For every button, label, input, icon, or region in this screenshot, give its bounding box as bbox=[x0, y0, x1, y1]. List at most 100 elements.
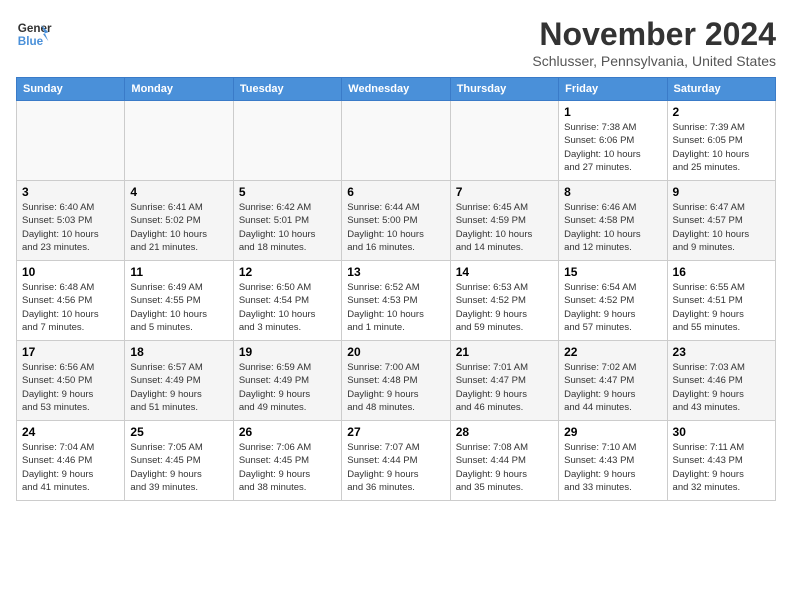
day-number: 12 bbox=[239, 265, 336, 279]
day-number: 29 bbox=[564, 425, 661, 439]
day-number: 26 bbox=[239, 425, 336, 439]
calendar-cell: 4 Sunrise: 6:41 AMSunset: 5:02 PMDaylight… bbox=[125, 181, 233, 261]
logo-icon: General Blue bbox=[16, 16, 52, 52]
day-info: Sunrise: 7:00 AMSunset: 4:48 PMDaylight:… bbox=[347, 361, 444, 414]
calendar-cell: 21 Sunrise: 7:01 AMSunset: 4:47 PMDayligh… bbox=[450, 341, 558, 421]
logo: General Blue bbox=[16, 16, 52, 52]
svg-text:General: General bbox=[18, 22, 52, 35]
day-number: 2 bbox=[673, 105, 770, 119]
day-info: Sunrise: 6:56 AMSunset: 4:50 PMDaylight:… bbox=[22, 361, 119, 414]
calendar-cell bbox=[342, 101, 450, 181]
day-number: 16 bbox=[673, 265, 770, 279]
day-info: Sunrise: 7:04 AMSunset: 4:46 PMDaylight:… bbox=[22, 441, 119, 494]
calendar-cell: 10 Sunrise: 6:48 AMSunset: 4:56 PMDayligh… bbox=[17, 261, 125, 341]
calendar-header-row: SundayMondayTuesdayWednesdayThursdayFrid… bbox=[17, 78, 776, 101]
day-info: Sunrise: 6:52 AMSunset: 4:53 PMDaylight:… bbox=[347, 281, 444, 334]
calendar-week-3: 10 Sunrise: 6:48 AMSunset: 4:56 PMDayligh… bbox=[17, 261, 776, 341]
calendar-cell bbox=[125, 101, 233, 181]
day-number: 7 bbox=[456, 185, 553, 199]
calendar-cell: 3 Sunrise: 6:40 AMSunset: 5:03 PMDaylight… bbox=[17, 181, 125, 261]
day-number: 13 bbox=[347, 265, 444, 279]
day-info: Sunrise: 7:03 AMSunset: 4:46 PMDaylight:… bbox=[673, 361, 770, 414]
day-number: 6 bbox=[347, 185, 444, 199]
day-info: Sunrise: 6:57 AMSunset: 4:49 PMDaylight:… bbox=[130, 361, 227, 414]
day-info: Sunrise: 6:59 AMSunset: 4:49 PMDaylight:… bbox=[239, 361, 336, 414]
day-number: 11 bbox=[130, 265, 227, 279]
day-info: Sunrise: 6:47 AMSunset: 4:57 PMDaylight:… bbox=[673, 201, 770, 254]
calendar-week-5: 24 Sunrise: 7:04 AMSunset: 4:46 PMDayligh… bbox=[17, 421, 776, 501]
svg-text:Blue: Blue bbox=[18, 35, 44, 48]
day-number: 28 bbox=[456, 425, 553, 439]
calendar-cell bbox=[233, 101, 341, 181]
calendar-cell: 25Sunrise: 7:05 AMSunset: 4:45 PMDayligh… bbox=[125, 421, 233, 501]
day-number: 10 bbox=[22, 265, 119, 279]
calendar: SundayMondayTuesdayWednesdayThursdayFrid… bbox=[16, 77, 776, 501]
day-header-friday: Friday bbox=[559, 78, 667, 101]
day-info: Sunrise: 7:10 AMSunset: 4:43 PMDaylight:… bbox=[564, 441, 661, 494]
day-number: 24 bbox=[22, 425, 119, 439]
calendar-cell: 6 Sunrise: 6:44 AMSunset: 5:00 PMDaylight… bbox=[342, 181, 450, 261]
day-info: Sunrise: 6:50 AMSunset: 4:54 PMDaylight:… bbox=[239, 281, 336, 334]
calendar-cell: 7 Sunrise: 6:45 AMSunset: 4:59 PMDaylight… bbox=[450, 181, 558, 261]
day-info: Sunrise: 7:39 AMSunset: 6:05 PMDaylight:… bbox=[673, 121, 770, 174]
day-header-monday: Monday bbox=[125, 78, 233, 101]
calendar-cell: 18 Sunrise: 6:57 AMSunset: 4:49 PMDayligh… bbox=[125, 341, 233, 421]
day-number: 9 bbox=[673, 185, 770, 199]
day-info: Sunrise: 7:01 AMSunset: 4:47 PMDaylight:… bbox=[456, 361, 553, 414]
day-header-saturday: Saturday bbox=[667, 78, 775, 101]
day-number: 14 bbox=[456, 265, 553, 279]
day-info: Sunrise: 6:40 AMSunset: 5:03 PMDaylight:… bbox=[22, 201, 119, 254]
day-number: 21 bbox=[456, 345, 553, 359]
calendar-cell: 20 Sunrise: 7:00 AMSunset: 4:48 PMDayligh… bbox=[342, 341, 450, 421]
calendar-body: 1Sunrise: 7:38 AMSunset: 6:06 PMDaylight… bbox=[17, 101, 776, 501]
day-info: Sunrise: 7:07 AMSunset: 4:44 PMDaylight:… bbox=[347, 441, 444, 494]
calendar-cell: 11 Sunrise: 6:49 AMSunset: 4:55 PMDayligh… bbox=[125, 261, 233, 341]
calendar-week-2: 3 Sunrise: 6:40 AMSunset: 5:03 PMDaylight… bbox=[17, 181, 776, 261]
day-info: Sunrise: 7:06 AMSunset: 4:45 PMDaylight:… bbox=[239, 441, 336, 494]
calendar-cell: 16 Sunrise: 6:55 AMSunset: 4:51 PMDayligh… bbox=[667, 261, 775, 341]
day-number: 18 bbox=[130, 345, 227, 359]
day-info: Sunrise: 6:49 AMSunset: 4:55 PMDaylight:… bbox=[130, 281, 227, 334]
day-info: Sunrise: 7:11 AMSunset: 4:43 PMDaylight:… bbox=[673, 441, 770, 494]
header: General Blue November 2024 Schlusser, Pe… bbox=[16, 16, 776, 69]
day-number: 3 bbox=[22, 185, 119, 199]
day-header-sunday: Sunday bbox=[17, 78, 125, 101]
day-info: Sunrise: 7:02 AMSunset: 4:47 PMDaylight:… bbox=[564, 361, 661, 414]
calendar-cell: 19 Sunrise: 6:59 AMSunset: 4:49 PMDayligh… bbox=[233, 341, 341, 421]
calendar-cell: 2 Sunrise: 7:39 AMSunset: 6:05 PMDaylight… bbox=[667, 101, 775, 181]
calendar-cell: 8Sunrise: 6:46 AMSunset: 4:58 PMDaylight… bbox=[559, 181, 667, 261]
calendar-cell: 24 Sunrise: 7:04 AMSunset: 4:46 PMDayligh… bbox=[17, 421, 125, 501]
day-info: Sunrise: 6:46 AMSunset: 4:58 PMDaylight:… bbox=[564, 201, 661, 254]
day-number: 4 bbox=[130, 185, 227, 199]
day-info: Sunrise: 6:41 AMSunset: 5:02 PMDaylight:… bbox=[130, 201, 227, 254]
day-number: 15 bbox=[564, 265, 661, 279]
location: Schlusser, Pennsylvania, United States bbox=[532, 53, 776, 69]
day-number: 19 bbox=[239, 345, 336, 359]
day-number: 23 bbox=[673, 345, 770, 359]
calendar-cell: 5 Sunrise: 6:42 AMSunset: 5:01 PMDaylight… bbox=[233, 181, 341, 261]
calendar-week-4: 17 Sunrise: 6:56 AMSunset: 4:50 PMDayligh… bbox=[17, 341, 776, 421]
day-info: Sunrise: 6:48 AMSunset: 4:56 PMDaylight:… bbox=[22, 281, 119, 334]
calendar-cell: 15 Sunrise: 6:54 AMSunset: 4:52 PMDayligh… bbox=[559, 261, 667, 341]
calendar-cell: 13 Sunrise: 6:52 AMSunset: 4:53 PMDayligh… bbox=[342, 261, 450, 341]
calendar-cell: 23 Sunrise: 7:03 AMSunset: 4:46 PMDayligh… bbox=[667, 341, 775, 421]
day-number: 5 bbox=[239, 185, 336, 199]
day-info: Sunrise: 7:08 AMSunset: 4:44 PMDaylight:… bbox=[456, 441, 553, 494]
day-info: Sunrise: 6:54 AMSunset: 4:52 PMDaylight:… bbox=[564, 281, 661, 334]
day-info: Sunrise: 6:44 AMSunset: 5:00 PMDaylight:… bbox=[347, 201, 444, 254]
day-number: 20 bbox=[347, 345, 444, 359]
day-info: Sunrise: 6:55 AMSunset: 4:51 PMDaylight:… bbox=[673, 281, 770, 334]
calendar-cell bbox=[17, 101, 125, 181]
day-number: 25 bbox=[130, 425, 227, 439]
calendar-cell: 27 Sunrise: 7:07 AMSunset: 4:44 PMDayligh… bbox=[342, 421, 450, 501]
calendar-cell: 28 Sunrise: 7:08 AMSunset: 4:44 PMDayligh… bbox=[450, 421, 558, 501]
day-number: 27 bbox=[347, 425, 444, 439]
day-info: Sunrise: 6:45 AMSunset: 4:59 PMDaylight:… bbox=[456, 201, 553, 254]
day-number: 17 bbox=[22, 345, 119, 359]
day-info: Sunrise: 6:42 AMSunset: 5:01 PMDaylight:… bbox=[239, 201, 336, 254]
month-title: November 2024 bbox=[532, 16, 776, 53]
calendar-cell: 17 Sunrise: 6:56 AMSunset: 4:50 PMDayligh… bbox=[17, 341, 125, 421]
calendar-week-1: 1Sunrise: 7:38 AMSunset: 6:06 PMDaylight… bbox=[17, 101, 776, 181]
title-area: November 2024 Schlusser, Pennsylvania, U… bbox=[532, 16, 776, 69]
calendar-cell: 22Sunrise: 7:02 AMSunset: 4:47 PMDayligh… bbox=[559, 341, 667, 421]
